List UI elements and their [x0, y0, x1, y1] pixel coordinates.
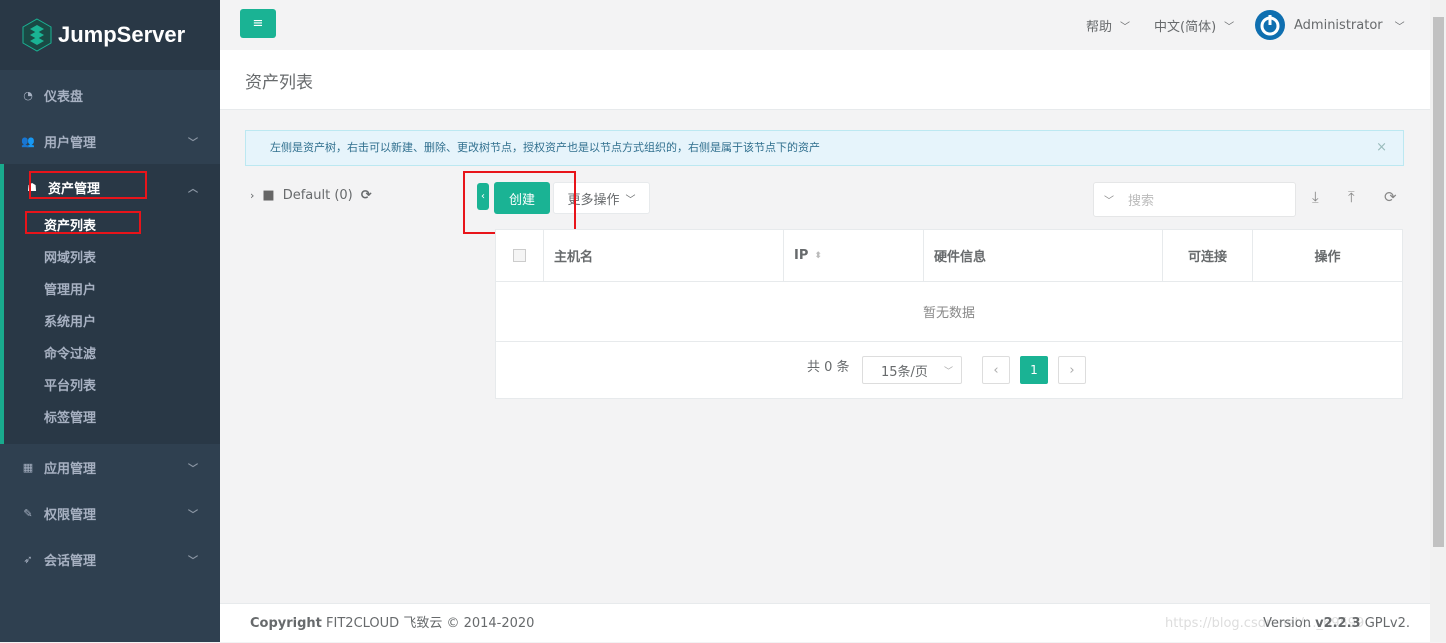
- help-menu[interactable]: 帮助 ﹀: [1086, 0, 1130, 50]
- download-icon[interactable]: ⤓: [1312, 188, 1319, 206]
- rocket-icon: ➶: [23, 552, 33, 566]
- chevron-down-icon: ﹀: [1224, 21, 1235, 33]
- edit-icon: ✎: [23, 506, 33, 520]
- highlight-box: [25, 211, 141, 234]
- column-connectivity[interactable]: 可连接: [1163, 230, 1253, 281]
- sidebar-item-label: 权限管理: [44, 507, 97, 523]
- copyright-label: Copyright: [250, 616, 322, 631]
- next-page-button[interactable]: ›: [1058, 356, 1086, 384]
- page-size-label: 15条/页: [881, 364, 928, 380]
- logo[interactable]: JumpServer: [0, 0, 220, 70]
- column-ip-label: IP: [794, 248, 809, 263]
- sidebar-item-users[interactable]: 👥 用户管理 ﹀: [0, 118, 220, 164]
- search-input[interactable]: ﹀ 搜索: [1093, 182, 1296, 217]
- logo-text: JumpServer: [58, 22, 186, 47]
- sidebar-item-label: 用户管理: [44, 135, 97, 151]
- copyright-text: FIT2CLOUD 飞致云 © 2014-2020: [326, 616, 535, 631]
- chevron-down-icon: ﹀: [1394, 21, 1405, 33]
- sidebar: JumpServer ◔ 仪表盘 👥 用户管理 ﹀ ☗ 资产管理 ︿ 资产列表 网域列表 …: [0, 0, 220, 642]
- copyright: Copyright FIT2CLOUD 飞致云 © 2014-2020: [250, 604, 534, 643]
- topbar: ≡ 帮助 ﹀ 中文(简体) ﹀ Administrator ﹀: [220, 0, 1430, 50]
- chevron-down-icon[interactable]: ﹀: [1104, 192, 1114, 207]
- user-name: Administrator: [1294, 17, 1383, 33]
- sidebar-subitem-command-filters[interactable]: 命令过滤: [4, 336, 220, 368]
- sidebar-item-applications[interactable]: ▦ 应用管理 ﹀: [0, 444, 220, 490]
- tree-node-default[interactable]: Default (0): [283, 188, 353, 203]
- sidebar-subitem-admin-users[interactable]: 管理用户: [4, 272, 220, 304]
- sidebar-subitem-system-users[interactable]: 系统用户: [4, 304, 220, 336]
- chevron-down-icon: ﹀: [188, 555, 198, 567]
- pagination-total: 共 0 条: [807, 360, 850, 375]
- version: Version v2.2.3 GPLv2.: [1263, 604, 1410, 643]
- chevron-down-icon: ﹀: [188, 137, 198, 149]
- search-placeholder: 搜索: [1128, 194, 1155, 209]
- chevron-down-icon: ﹀: [188, 463, 198, 475]
- prev-page-button[interactable]: ‹: [982, 356, 1010, 384]
- asset-tree: › ■ Default (0) ⟳: [250, 188, 372, 203]
- chevron-down-icon: ﹀: [625, 194, 636, 206]
- language-menu[interactable]: 中文(简体) ﹀: [1154, 0, 1234, 50]
- upload-icon[interactable]: ⤒: [1348, 188, 1355, 206]
- sidebar-item-sessions[interactable]: ➶ 会话管理 ﹀: [0, 536, 220, 582]
- sidebar-section-assets: ☗ 资产管理 ︿ 资产列表 网域列表 管理用户 系统用户 命令过滤 平台列表 标签管…: [0, 164, 220, 444]
- refresh-icon[interactable]: ⟳: [361, 188, 372, 203]
- jumpserver-logo-icon: [22, 18, 52, 52]
- sidebar-item-label: 应用管理: [44, 461, 97, 477]
- sort-icon[interactable]: ⬍: [814, 251, 822, 261]
- menu-toggle-button[interactable]: ≡: [240, 9, 276, 38]
- avatar: [1255, 10, 1285, 40]
- sidebar-item-dashboard[interactable]: ◔ 仪表盘: [0, 72, 220, 118]
- user-menu[interactable]: Administrator ﹀: [1255, 0, 1405, 50]
- grid-icon: ▦: [22, 460, 34, 474]
- sidebar-subitem-labels[interactable]: 标签管理: [4, 400, 220, 432]
- help-label: 帮助: [1086, 19, 1113, 35]
- empty-state: 暂无数据: [496, 282, 1402, 342]
- sidebar-subitem-platforms[interactable]: 平台列表: [4, 368, 220, 400]
- info-alert: 左侧是资产树，右击可以新建、删除、更改树节点，授权资产也是以节点方式组织的，右侧…: [245, 130, 1404, 166]
- scrollbar-thumb[interactable]: [1433, 17, 1444, 547]
- folder-icon: ■: [262, 188, 275, 203]
- alert-text: 左侧是资产树，右击可以新建、删除、更改树节点，授权资产也是以节点方式组织的，右侧…: [270, 141, 820, 154]
- sidebar-subitem-domain-list[interactable]: 网域列表: [4, 240, 220, 272]
- sidebar-item-label: 会话管理: [44, 553, 97, 569]
- chevron-down-icon: ﹀: [943, 366, 953, 377]
- table-header: 主机名 IP ⬍ 硬件信息 可连接 操作: [496, 230, 1402, 282]
- page-title: 资产列表: [245, 73, 313, 93]
- highlight-box: [29, 171, 147, 199]
- chevron-down-icon: ﹀: [188, 509, 198, 521]
- chevron-up-icon: ︿: [188, 183, 198, 195]
- page-header: 资产列表: [220, 50, 1430, 110]
- column-hostname[interactable]: 主机名: [544, 230, 784, 281]
- sidebar-item-permissions[interactable]: ✎ 权限管理 ﹀: [0, 490, 220, 536]
- scrollbar[interactable]: [1430, 0, 1446, 642]
- license: GPLv2.: [1364, 616, 1410, 631]
- highlight-box: [463, 171, 576, 234]
- column-hardware[interactable]: 硬件信息: [924, 230, 1163, 281]
- users-icon: 👥: [21, 134, 35, 148]
- column-actions: 操作: [1314, 250, 1341, 265]
- dashboard-icon: ◔: [23, 88, 33, 102]
- chevron-right-icon[interactable]: ›: [250, 189, 254, 202]
- version-number: v2.2.3: [1315, 616, 1361, 631]
- sidebar-item-label: 仪表盘: [44, 89, 84, 105]
- close-icon[interactable]: ×: [1376, 131, 1387, 165]
- language-label: 中文(简体): [1154, 19, 1217, 35]
- chevron-down-icon: ﹀: [1120, 21, 1131, 33]
- page-size-select[interactable]: 15条/页 ﹀: [862, 356, 962, 384]
- footer: Copyright FIT2CLOUD 飞致云 © 2014-2020 http…: [220, 603, 1430, 642]
- version-label: Version: [1263, 616, 1311, 631]
- column-ip[interactable]: IP ⬍: [784, 230, 924, 281]
- page-1-button[interactable]: 1: [1020, 356, 1048, 384]
- refresh-icon[interactable]: ⟳: [1384, 188, 1397, 206]
- select-all-checkbox[interactable]: [496, 230, 544, 281]
